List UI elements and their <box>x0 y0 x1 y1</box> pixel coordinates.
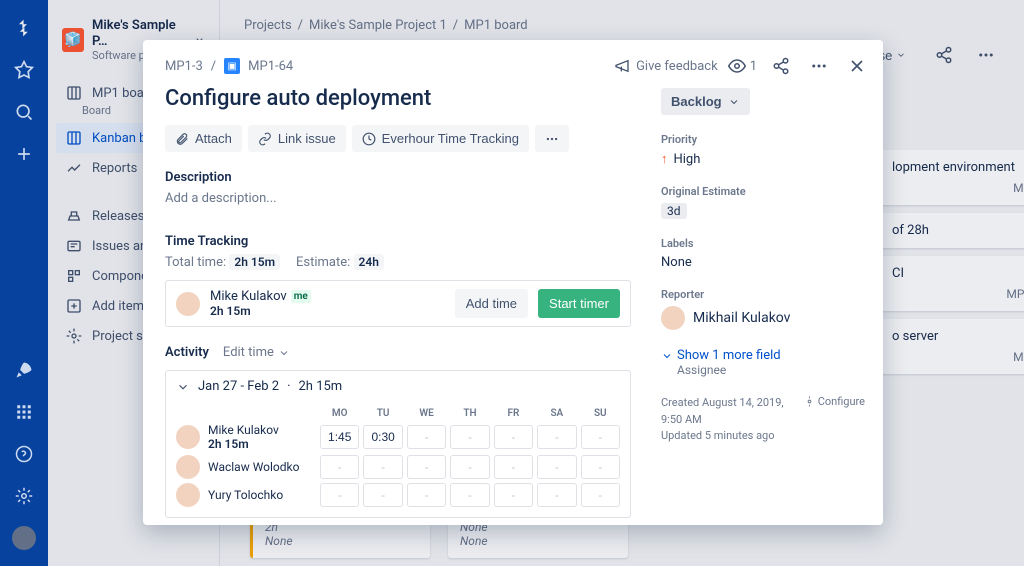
issue-title[interactable]: Configure auto deployment <box>165 86 631 111</box>
user-time: 2h 15m <box>210 304 445 318</box>
day-header: WE <box>407 408 446 419</box>
parent-key[interactable]: MP1-3 <box>165 59 203 74</box>
date-range: Jan 27 - Feb 2 <box>198 379 279 394</box>
day-header: TH <box>450 408 489 419</box>
time-cell[interactable] <box>494 425 533 449</box>
issue-modal: Give feedback 1 MP1-3 / ▣ MP1-64 Configu… <box>143 40 883 525</box>
time-cell[interactable] <box>407 483 446 507</box>
person-name: Mike Kulakov <box>208 423 279 437</box>
day-header: SA <box>537 408 576 419</box>
day-header: MO <box>320 408 359 419</box>
priority-high-icon: ↑ <box>661 151 668 167</box>
megaphone-icon <box>614 58 630 74</box>
link-icon <box>258 132 272 146</box>
attach-button[interactable]: Attach <box>165 125 242 152</box>
time-cell[interactable] <box>320 483 359 507</box>
range-total: 2h 15m <box>299 379 343 394</box>
estimate-label: Original Estimate <box>661 185 865 198</box>
avatar <box>176 455 200 479</box>
eye-icon <box>728 57 746 75</box>
time-cell[interactable] <box>494 455 533 479</box>
avatar <box>176 292 200 316</box>
person-name: Yury Tolochko <box>208 488 283 502</box>
show-more-fields[interactable]: Show 1 more field <box>661 348 865 363</box>
subtask-icon: ▣ <box>224 58 240 74</box>
time-cell[interactable] <box>320 425 359 449</box>
configure-button[interactable]: Configure <box>804 395 865 408</box>
week-person: Waclaw Wolodko <box>176 455 316 479</box>
time-tracking-card: Mike Kulakov me 2h 15m Add time Start ti… <box>165 280 631 327</box>
time-cell[interactable] <box>450 425 489 449</box>
estimate-value[interactable]: 3d <box>661 203 865 219</box>
time-cell[interactable] <box>537 425 576 449</box>
issue-key[interactable]: MP1-64 <box>248 59 293 74</box>
priority-label: Priority <box>661 133 865 146</box>
chevron-down-icon <box>278 347 290 359</box>
time-cell[interactable] <box>363 425 402 449</box>
everhour-button[interactable]: Everhour Time Tracking <box>352 125 529 152</box>
reporter-value[interactable]: Mikhail Kulakov <box>661 306 865 330</box>
watch-count[interactable]: 1 <box>728 57 757 75</box>
time-tracking-label: Time Tracking <box>165 234 631 249</box>
avatar <box>176 425 200 449</box>
start-timer-button[interactable]: Start timer <box>538 289 620 318</box>
status-button[interactable]: Backlog <box>661 88 750 115</box>
time-cell[interactable] <box>537 455 576 479</box>
time-cell[interactable] <box>363 455 402 479</box>
share-icon[interactable] <box>767 52 795 80</box>
priority-value[interactable]: ↑High <box>661 151 865 167</box>
avatar <box>661 306 685 330</box>
week-person: Mike Kulakov2h 15m <box>176 423 316 451</box>
edit-time-button[interactable]: Edit time <box>223 345 290 360</box>
time-cell[interactable] <box>537 483 576 507</box>
labels-value[interactable]: None <box>661 255 865 270</box>
updated-date: Updated 5 minutes ago <box>661 428 804 445</box>
clock-icon <box>362 132 376 146</box>
created-date: Created August 14, 2019, 9:50 AM <box>661 395 804 428</box>
time-cell[interactable] <box>320 455 359 479</box>
description-label: Description <box>165 170 631 185</box>
time-cell[interactable] <box>450 483 489 507</box>
me-badge: me <box>291 290 311 303</box>
show-more-sub: Assignee <box>677 363 865 377</box>
labels-label: Labels <box>661 237 865 250</box>
week-person: Yury Tolochko <box>176 483 316 507</box>
time-cell[interactable] <box>363 483 402 507</box>
avatar <box>176 483 200 507</box>
day-header: TU <box>363 408 402 419</box>
more-icon[interactable] <box>805 52 833 80</box>
more-actions-button[interactable] <box>535 125 569 152</box>
time-tracking-summary: Total time: 2h 15m Estimate: 24h <box>165 255 631 270</box>
person-name: Waclaw Wolodko <box>208 460 299 474</box>
week-panel: Jan 27 - Feb 2 · 2h 15m MOTUWETHFRSASUMi… <box>165 370 631 518</box>
activity-label: Activity <box>165 345 209 360</box>
chevron-down-icon <box>661 350 673 362</box>
chevron-down-icon <box>728 96 740 108</box>
close-icon[interactable] <box>843 52 871 80</box>
day-header: SU <box>581 408 620 419</box>
description-input[interactable]: Add a description... <box>165 191 631 206</box>
time-cell[interactable] <box>450 455 489 479</box>
person-time: 2h 15m <box>208 437 279 451</box>
day-header: FR <box>494 408 533 419</box>
link-button[interactable]: Link issue <box>248 125 346 152</box>
paperclip-icon <box>175 132 189 146</box>
time-cell[interactable] <box>581 425 620 449</box>
time-cell[interactable] <box>494 483 533 507</box>
time-cell[interactable] <box>407 425 446 449</box>
time-cell[interactable] <box>581 455 620 479</box>
gear-icon <box>804 396 815 407</box>
issue-breadcrumb: MP1-3 / ▣ MP1-64 <box>165 58 631 74</box>
chevron-down-icon[interactable] <box>176 380 190 394</box>
user-name: Mike Kulakov <box>210 289 287 304</box>
time-cell[interactable] <box>407 455 446 479</box>
reporter-label: Reporter <box>661 288 865 301</box>
add-time-button[interactable]: Add time <box>455 289 528 318</box>
dots-icon <box>545 132 559 146</box>
give-feedback-button[interactable]: Give feedback <box>614 58 718 74</box>
time-cell[interactable] <box>581 483 620 507</box>
